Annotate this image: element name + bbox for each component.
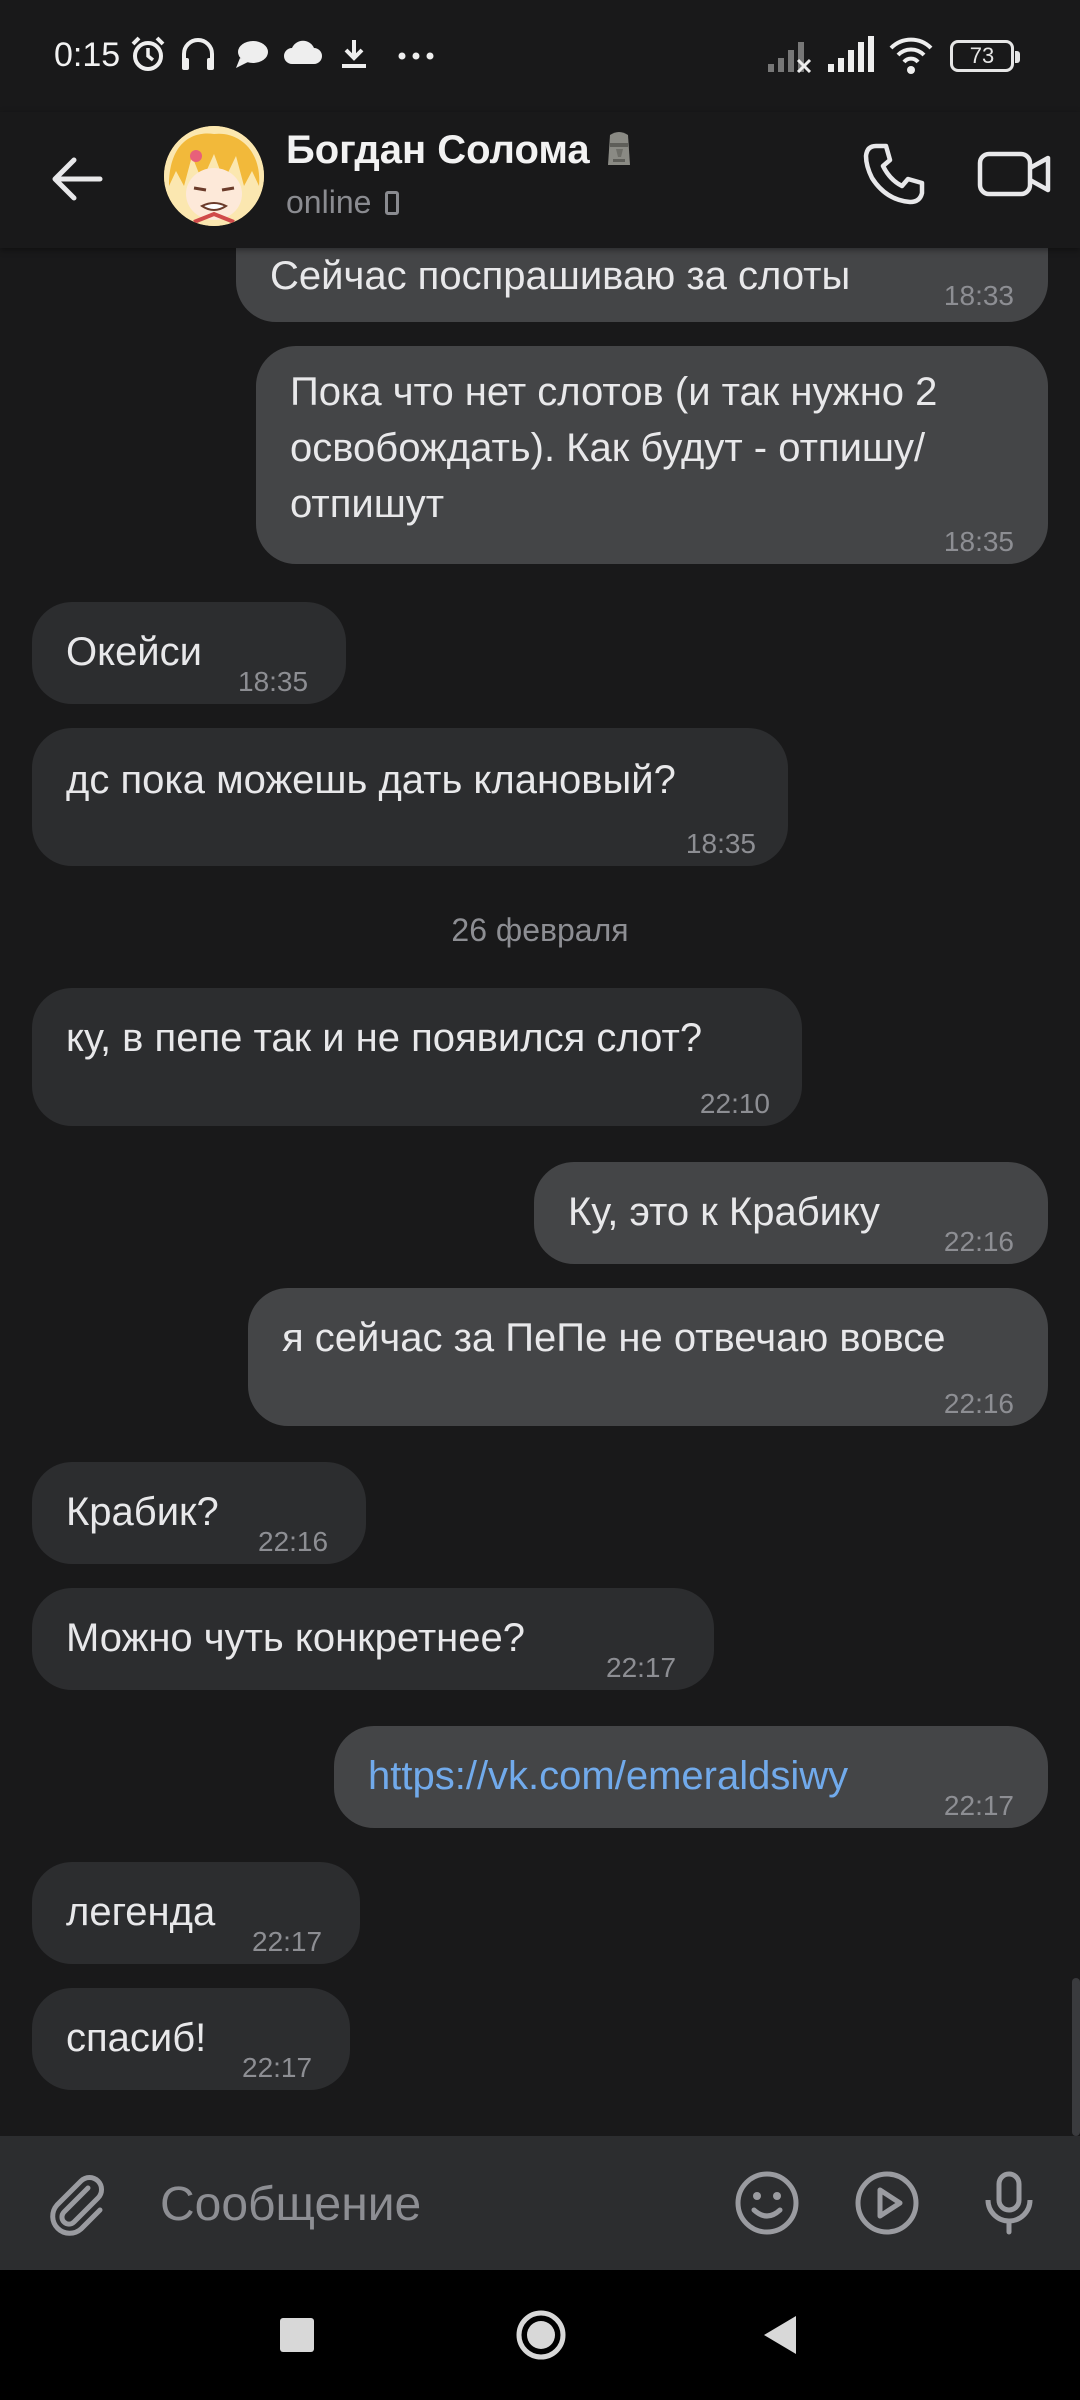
message-time: 18:33	[943, 280, 1014, 311]
message-bubble-incoming[interactable]: легенда 22:17	[32, 1862, 360, 1964]
contact-name-text: Богдан Солома	[286, 128, 590, 172]
video-message-icon[interactable]	[850, 2166, 924, 2240]
home-icon[interactable]	[506, 2300, 576, 2370]
message-input[interactable]	[160, 2174, 700, 2234]
message-bubble-incoming[interactable]: Крабик? 22:16	[32, 1462, 366, 1564]
emoji-icon[interactable]	[730, 2166, 804, 2240]
message-time: 22:16	[258, 1526, 329, 1557]
mobile-device-icon	[385, 191, 400, 215]
message-text: Сейчас поспрашиваю за слоты	[270, 254, 851, 298]
message-text: Крабик?	[66, 1490, 219, 1534]
message-bubble-incoming[interactable]: дс пока можешь дать клановый? 18:35	[32, 728, 788, 866]
message-time: 18:35	[238, 666, 309, 697]
status-bar: 0:15 73	[0, 0, 1080, 112]
message-time: 22:17	[252, 1926, 323, 1957]
message-text: спасиб!	[66, 2016, 207, 2060]
scrollbar[interactable]	[1072, 1978, 1080, 2136]
message-time: 22:17	[943, 1790, 1014, 1821]
system-nav-bar	[0, 2270, 1080, 2400]
message-text: Окейси	[66, 630, 202, 674]
message-text-line: освобождать). Как будут - отпишу/	[290, 426, 926, 470]
alarm-icon	[131, 36, 165, 71]
message-time: 22:17	[242, 2052, 313, 2083]
avatar-image	[164, 126, 264, 226]
wifi-icon	[889, 37, 933, 74]
message-time: 22:16	[943, 1388, 1014, 1419]
attach-icon[interactable]	[40, 2166, 114, 2240]
chat-bubble-icon	[236, 41, 268, 68]
message-time: 18:35	[685, 828, 756, 859]
contact-status: online	[286, 184, 400, 221]
microphone-icon[interactable]	[972, 2166, 1046, 2240]
download-icon	[342, 40, 366, 68]
message-bubble-incoming[interactable]: спасиб! 22:17	[32, 1988, 350, 2090]
message-bubble-outgoing[interactable]: Пока что нет слотов (и так нужно 2 освоб…	[256, 346, 1048, 564]
recents-icon[interactable]	[262, 2300, 332, 2370]
message-text: Можно чуть конкретнее?	[66, 1616, 525, 1660]
message-time: 22:10	[699, 1088, 770, 1119]
message-bubble-incoming[interactable]: Окейси 18:35	[32, 602, 346, 704]
back-arrow-icon[interactable]	[40, 142, 114, 216]
battery-indicator: 73	[950, 40, 1020, 72]
contact-status-text: online	[286, 184, 372, 220]
back-icon[interactable]	[746, 2300, 816, 2370]
message-text: дс пока можешь дать клановый?	[66, 758, 676, 802]
phone-call-icon[interactable]	[854, 134, 934, 214]
video-call-icon[interactable]	[972, 134, 1056, 214]
headphones-icon	[182, 38, 214, 70]
date-separator: 26 февраля	[451, 912, 629, 948]
message-text-line: Пока что нет слотов (и так нужно 2	[290, 370, 938, 414]
message-text-line: отпишут	[290, 482, 445, 526]
cloud-icon	[284, 40, 322, 64]
moai-emoji-icon	[607, 132, 630, 165]
message-bubble-outgoing[interactable]: я сейчас за ПеПе не отвечаю вовсе 22:16	[248, 1288, 1048, 1426]
message-list[interactable]: Сейчас поспрашиваю за слоты 18:33 Пока ч…	[0, 248, 1080, 2136]
message-bubble-incoming[interactable]: Можно чуть конкретнее? 22:17	[32, 1588, 714, 1690]
signal-icon	[828, 36, 874, 72]
message-composer	[0, 2136, 1080, 2270]
contact-name[interactable]: Богдан Солома	[286, 128, 634, 173]
message-link[interactable]: https://vk.com/emeraldsiwy	[368, 1748, 848, 1804]
message-bubble-outgoing[interactable]: https://vk.com/emeraldsiwy 22:17	[334, 1726, 1048, 1828]
avatar[interactable]	[164, 126, 264, 226]
no-signal-icon	[768, 42, 812, 74]
message-bubble-outgoing[interactable]: Ку, это к Крабику 22:16	[534, 1162, 1048, 1264]
message-text: Ку, это к Крабику	[568, 1190, 880, 1234]
message-bubble-outgoing[interactable]: Сейчас поспрашиваю за слоты 18:33	[236, 248, 1048, 322]
message-time: 22:17	[606, 1652, 677, 1683]
message-text: легенда	[66, 1890, 216, 1934]
message-text: я сейчас за ПеПе не отвечаю вовсе	[282, 1316, 946, 1360]
message-text: ку, в пепе так и не появился слот?	[66, 1016, 703, 1060]
message-time: 22:16	[943, 1226, 1014, 1257]
message-bubble-incoming[interactable]: ку, в пепе так и не появился слот? 22:10	[32, 988, 802, 1126]
more-icon	[398, 52, 434, 60]
status-time: 0:15	[54, 36, 121, 74]
chat-header: Богдан Солома online	[0, 112, 1080, 248]
message-time: 18:35	[943, 526, 1014, 557]
